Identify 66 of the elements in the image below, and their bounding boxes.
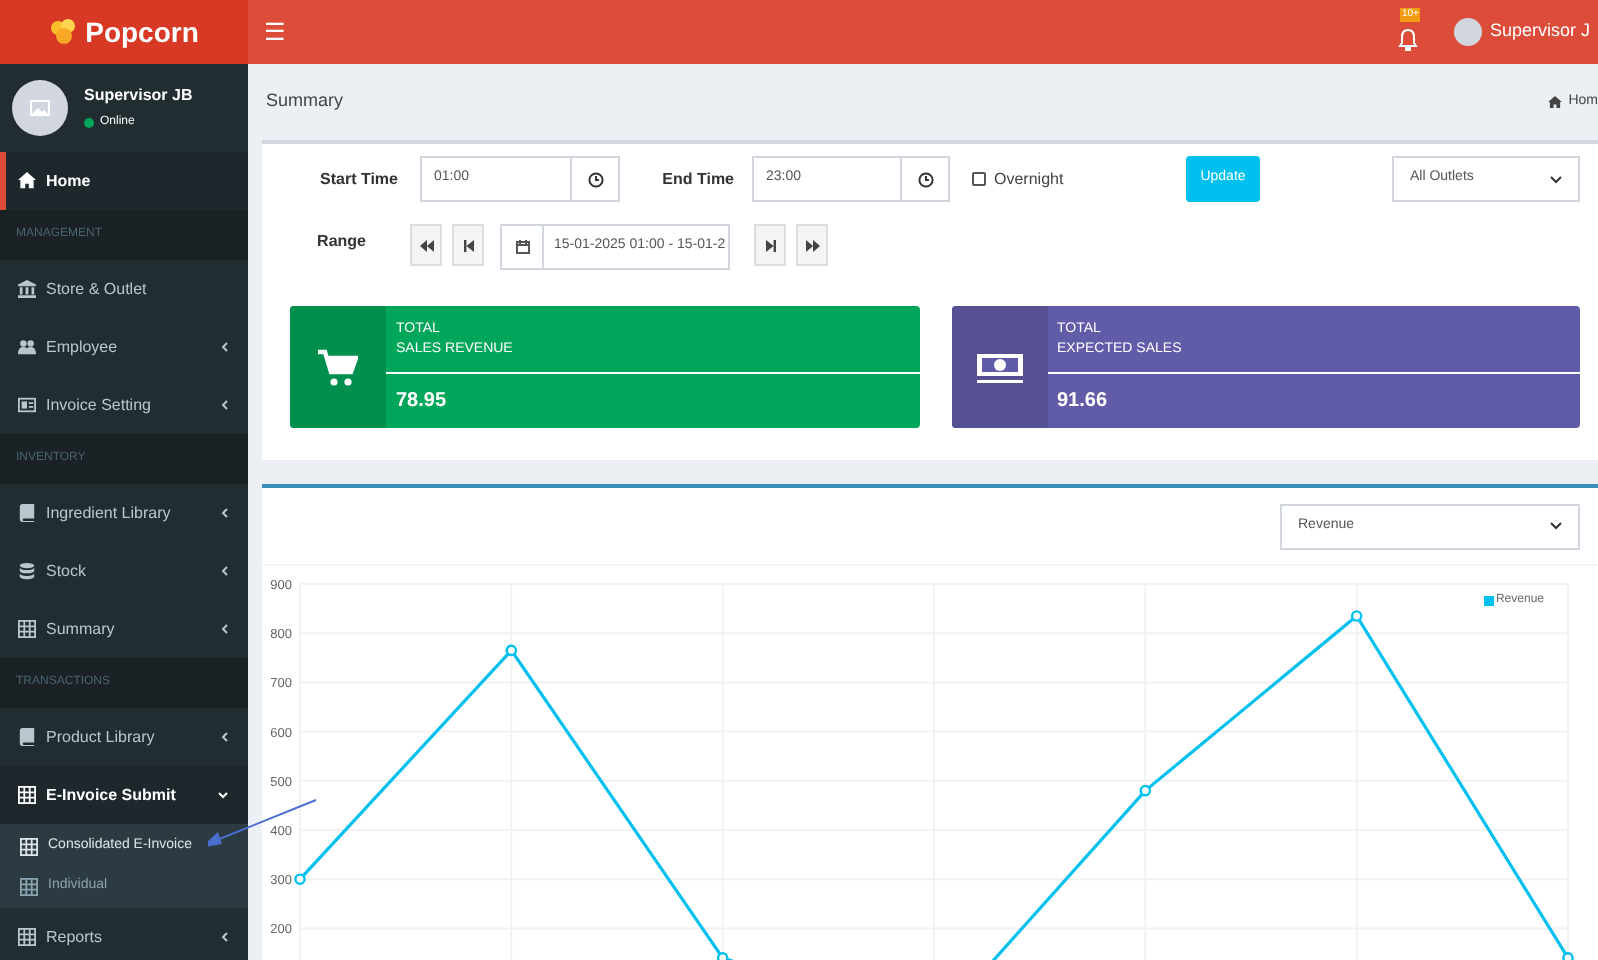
sidebar-item[interactable]: Reports [0, 908, 248, 960]
bank-icon [18, 280, 36, 298]
sidebar-item[interactable]: Home [0, 152, 248, 210]
home-icon [1548, 96, 1563, 108]
overnight-checkbox[interactable] [972, 172, 986, 186]
info-box-value: 78.95 [396, 388, 447, 416]
sidebar-item[interactable]: Store & Outlet [0, 260, 248, 318]
book-icon [18, 504, 36, 522]
checkbox-label[interactable]: Overnight [994, 167, 1186, 191]
field-label: Range [315, 230, 366, 254]
field-label: End Time [660, 167, 734, 191]
users-icon [18, 338, 36, 356]
page-title: Summary [264, 88, 344, 115]
cart-icon [318, 347, 358, 387]
chevron-down-icon [218, 791, 228, 799]
sidebar-item[interactable]: Invoice Setting [0, 376, 248, 434]
chevron-left-icon [220, 508, 228, 518]
sidebar-item[interactable]: Stock [0, 542, 248, 600]
data-point [1139, 784, 1152, 797]
database-icon [18, 562, 36, 580]
field-label: Start Time [318, 167, 398, 191]
sidebar-item[interactable]: E-Invoice Submit [0, 766, 248, 824]
table-icon [18, 620, 36, 638]
user-avatar[interactable] [1453, 18, 1482, 46]
fast-backward-icon [419, 239, 433, 251]
popcorn-logo-icon [49, 18, 78, 46]
info-box-value: 91.66 [1057, 388, 1108, 416]
menu-toggle[interactable]: ☰ [264, 20, 286, 44]
fast-forward-icon [805, 239, 819, 251]
bell-icon [1397, 28, 1418, 52]
data-point [505, 644, 518, 657]
chevron-left-icon [220, 932, 228, 942]
fast-backward-button[interactable] [410, 224, 442, 266]
banknote-icon [975, 349, 1023, 385]
user-name[interactable]: Supervisor J [1489, 18, 1590, 46]
table-icon [18, 928, 36, 946]
chevron-down-icon [1550, 175, 1562, 183]
chevron-left-icon [220, 342, 228, 352]
user-name: Supervisor JB [84, 84, 193, 108]
table-icon [20, 877, 38, 895]
sidebar-item[interactable]: Product Library [0, 708, 248, 766]
sidebar-item[interactable]: Summary [0, 600, 248, 658]
data-point [294, 873, 306, 885]
chevron-left-icon [220, 624, 228, 634]
chevron-left-icon [220, 566, 228, 576]
step-backward-button[interactable] [452, 224, 484, 266]
table-icon [18, 786, 36, 804]
table-icon [20, 837, 38, 855]
id-card-icon [18, 396, 36, 414]
chevron-left-icon [220, 732, 228, 742]
step-backward-icon [463, 239, 473, 251]
step-forward-button[interactable] [754, 224, 786, 266]
home-icon [18, 172, 36, 190]
calendar-icon [515, 240, 529, 254]
pointer-arrow [208, 796, 320, 852]
book-icon [18, 728, 36, 746]
sidebar-item[interactable]: Employee [0, 318, 248, 376]
image-icon [30, 100, 50, 116]
sidebar-item[interactable]: Ingredient Library [0, 484, 248, 542]
chevron-left-icon [220, 400, 228, 410]
clock-icon [917, 171, 933, 187]
step-forward-icon [765, 239, 775, 251]
clock-icon [587, 171, 603, 187]
fast-forward-button[interactable] [796, 224, 828, 266]
data-point [1350, 610, 1363, 622]
chevron-down-icon [1550, 522, 1562, 530]
